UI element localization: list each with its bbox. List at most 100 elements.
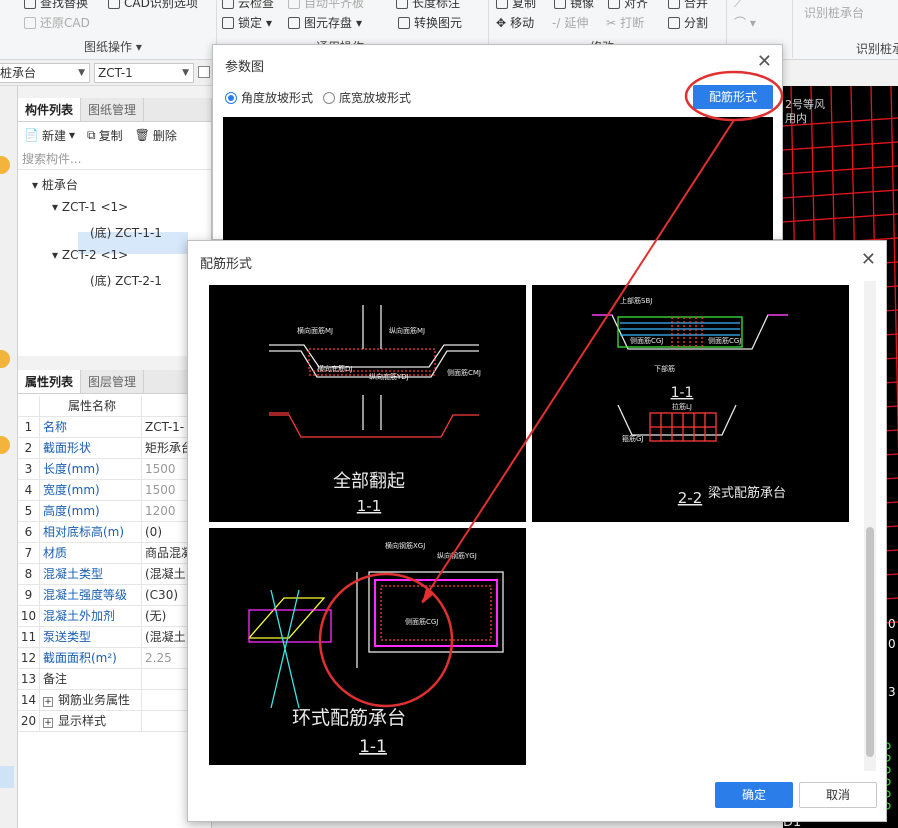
restore-cad-button[interactable]: 还原CAD <box>24 14 90 31</box>
tab-property-list[interactable]: 属性列表 <box>18 370 82 393</box>
property-row-number: 2 <box>18 438 40 458</box>
arc-tool-icon[interactable]: ⌒ ▾ <box>734 14 756 31</box>
auto-balance-button[interactable]: 自动平齐板 <box>288 0 364 11</box>
rebar-form-button[interactable]: 配筋形式 <box>693 85 773 109</box>
component-search-input[interactable]: 搜索构件... <box>18 148 211 170</box>
property-row[interactable]: 7 材质 商品混凝 <box>18 543 212 564</box>
component-tabs: 构件列表 图纸管理 <box>18 98 211 122</box>
tree-node-zct1-1[interactable]: (底) ZCT-1-1 <box>90 224 162 241</box>
rebar-option-ring[interactable]: 横向钢筋XGJ 纵向钢筋YGJ 侧面筋CGJ 环式配筋承台 1-1 <box>209 528 526 765</box>
property-row[interactable]: 2 截面形状 矩形承台 <box>18 438 212 459</box>
element-select[interactable]: ZCT-1 ▼ <box>94 63 194 83</box>
cloud-check-button[interactable]: 云检查 <box>222 0 274 11</box>
move-button[interactable]: ✥ 移动 <box>496 14 534 31</box>
select-checkbox[interactable] <box>198 66 210 78</box>
lock-button[interactable]: 锁定 ▾ <box>222 14 272 31</box>
thumb-label: 侧面筋CMJ <box>447 368 481 377</box>
cad-grid-line <box>783 165 898 175</box>
cad-options-button[interactable]: CAD识别选项 <box>108 0 198 11</box>
length-mark-button[interactable]: 长度标注 <box>396 0 460 11</box>
property-name: + 钢筋业务属性 <box>40 690 142 710</box>
delete-button[interactable]: 🗑 删除 <box>135 127 177 144</box>
split-button[interactable]: 分割 <box>668 14 708 31</box>
close-icon[interactable]: ✕ <box>861 249 876 270</box>
tab-drawing-manage[interactable]: 图纸管理 <box>81 98 145 121</box>
status-dot <box>0 350 10 368</box>
copy-component-button[interactable]: ⧉ 复制 <box>87 127 123 144</box>
extend-button[interactable]: -/延伸 <box>552 14 588 31</box>
left-tool-strip <box>0 86 18 828</box>
property-row[interactable]: 4 宽度(mm) 1500 <box>18 480 212 501</box>
property-row[interactable]: 9 混凝土强度等级 (C30) <box>18 585 212 606</box>
property-name: 相对底标高(m) <box>40 522 142 542</box>
tree-node-zct2-1[interactable]: (底) ZCT-2-1 <box>90 272 162 289</box>
cad-label: 3 <box>888 685 896 699</box>
radio-checked-icon <box>225 91 237 104</box>
tool-icon[interactable]: ⟋ <box>734 0 742 11</box>
save-icon <box>288 16 300 29</box>
property-row-number: 6 <box>18 522 40 542</box>
category-select[interactable]: 桩承台 ▼ <box>0 63 90 83</box>
tab-component-list[interactable]: 构件列表 <box>18 98 82 121</box>
status-dot <box>0 156 10 174</box>
radio-width-slope[interactable]: 底宽放坡形式 <box>323 89 411 106</box>
copy-button[interactable]: 复制 <box>496 0 536 11</box>
thumb-drawing: 横向面筋MJ 纵向面筋MJ 横向底筋DJ 纵向底筋YDJ 侧面筋CMJ 全部翻起… <box>269 305 481 515</box>
lock-icon <box>222 16 234 29</box>
property-row[interactable]: 14 + 钢筋业务属性 <box>18 690 212 711</box>
new-button[interactable]: 📄 新建 ▾ <box>24 127 75 144</box>
scrollbar-thumb[interactable] <box>866 527 874 757</box>
cancel-button[interactable]: 取消 <box>799 782 877 808</box>
cad-label: 2号等风 <box>785 97 825 111</box>
drawing-ops-group[interactable]: 图纸操作 ▾ <box>84 38 142 55</box>
close-icon[interactable]: ✕ <box>757 51 772 72</box>
element-save-button[interactable]: 图元存盘 ▾ <box>288 14 362 31</box>
thumb-label: 下部筋 <box>654 364 675 373</box>
merge-button[interactable]: 合并 <box>668 0 708 11</box>
property-row[interactable]: 12 截面面积(m²) 2.25 <box>18 648 212 669</box>
tree-node-zct1[interactable]: ▾ ZCT-1 <1> <box>52 200 128 214</box>
expand-icon[interactable]: + <box>43 718 53 728</box>
break-icon: ✂ <box>606 15 617 30</box>
strip-selection <box>0 766 14 788</box>
dialog-scrollbar[interactable] <box>864 281 876 771</box>
property-name: 混凝土外加剂 <box>40 606 142 626</box>
mirror-button[interactable]: 镜像 <box>554 0 594 11</box>
property-name-text: 钢筋业务属性 <box>58 693 131 707</box>
thumb-label: 横向钢筋XGJ <box>385 541 425 550</box>
property-row[interactable]: 3 长度(mm) 1500 <box>18 459 212 480</box>
radio-angle-slope[interactable]: 角度放坡形式 <box>225 89 313 106</box>
property-row[interactable]: 20 + 显示样式 <box>18 711 212 732</box>
recognize-pile-cap-button[interactable]: 识别桩承台 <box>804 4 864 21</box>
property-row[interactable]: 13 备注 <box>18 669 212 690</box>
thumb-section: 2-2 <box>678 489 703 507</box>
ok-button[interactable]: 确定 <box>715 782 793 808</box>
rebar-option-full-bent[interactable]: 横向面筋MJ 纵向面筋MJ 横向底筋DJ 纵向底筋YDJ 侧面筋CMJ 全部翻起… <box>209 285 526 522</box>
property-row-number: 3 <box>18 459 40 479</box>
cad-grid-line <box>890 86 898 454</box>
tab-layer-manage[interactable]: 图层管理 <box>81 370 145 393</box>
align-button[interactable]: 对齐 <box>608 0 648 11</box>
thumb-label: 纵向面筋MJ <box>389 326 425 335</box>
property-row[interactable]: 1 名称 ZCT-1- <box>18 417 212 438</box>
tree-node-zct2[interactable]: ▾ ZCT-2 <1> <box>52 248 128 262</box>
copy-icon: ⧉ <box>87 127 96 142</box>
property-row[interactable]: 5 高度(mm) 1200 <box>18 501 212 522</box>
property-row[interactable]: 6 相对底标高(m) (0) <box>18 522 212 543</box>
property-row[interactable]: 11 泵送类型 (混凝土 <box>18 627 212 648</box>
expand-icon[interactable]: + <box>43 697 53 707</box>
break-button[interactable]: ✂ 打断 <box>606 14 644 31</box>
thumb-label: 上部筋SBJ <box>620 296 652 305</box>
property-row[interactable]: 8 混凝土类型 (混凝土 <box>18 564 212 585</box>
convert-element-button[interactable]: 转换图元 <box>398 14 462 31</box>
ruler-icon <box>396 0 408 9</box>
find-replace-button[interactable]: 查找替换 <box>24 0 88 11</box>
extend-icon: -/ <box>552 15 561 30</box>
tree-node-root[interactable]: ▾ 桩承台 <box>32 176 78 193</box>
cad-label: 0 <box>888 617 896 631</box>
ribbon-divider <box>792 0 793 58</box>
thumb-label: 纵向底筋YDJ <box>369 372 409 381</box>
rebar-option-beam[interactable]: 上部筋SBJ 侧面筋CGJ 侧面筋CGJ 下部筋 拉筋LJ 箍筋GJ 1-1 2… <box>532 285 849 522</box>
property-row-number: 1 <box>18 417 40 437</box>
property-row[interactable]: 10 混凝土外加剂 (无) <box>18 606 212 627</box>
